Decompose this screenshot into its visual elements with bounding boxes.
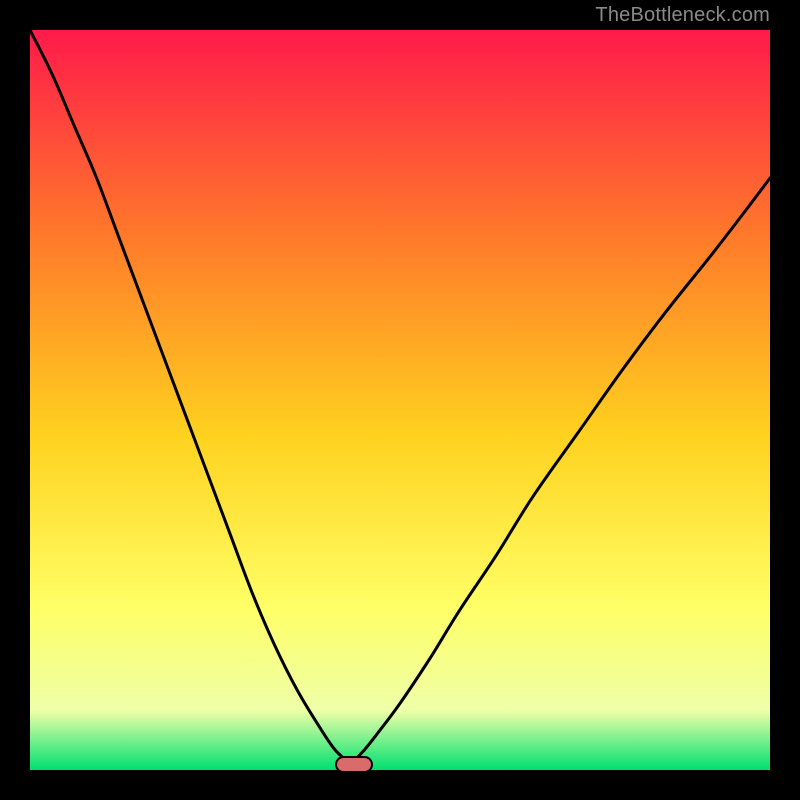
minimum-marker xyxy=(335,756,373,773)
plot-area xyxy=(30,30,770,770)
outer-frame: TheBottleneck.com xyxy=(0,0,800,800)
bottleneck-curve-left xyxy=(30,30,352,763)
curve-layer xyxy=(30,30,770,770)
watermark-text: TheBottleneck.com xyxy=(595,4,770,27)
bottleneck-curve-right xyxy=(352,178,770,763)
